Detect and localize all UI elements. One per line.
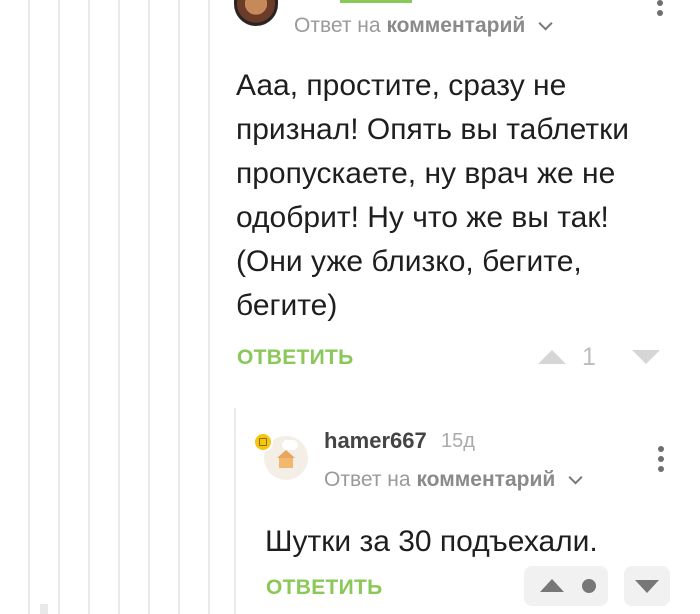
thread-line xyxy=(118,0,120,614)
avatar[interactable] xyxy=(234,0,278,26)
reply-button[interactable]: ОТВЕТИТЬ xyxy=(266,576,383,600)
thread-line xyxy=(148,0,150,614)
downvote-button[interactable] xyxy=(624,566,670,606)
chevron-down-icon xyxy=(568,470,583,485)
upvote-icon[interactable] xyxy=(538,350,566,364)
upvote-button[interactable] xyxy=(524,566,608,606)
author-accent-bar xyxy=(340,0,412,3)
thread-line xyxy=(58,0,60,614)
username[interactable]: hamer667 xyxy=(324,428,427,454)
reply-to-link[interactable]: Ответ на комментарий xyxy=(324,468,583,492)
reply-prefix: Ответ на xyxy=(294,14,381,37)
more-vertical-icon[interactable] xyxy=(657,446,665,476)
reply-target: комментарий xyxy=(416,468,556,491)
chevron-down-icon xyxy=(538,16,553,31)
reply-to-link[interactable]: Ответ на комментарий xyxy=(294,14,553,38)
thread-line xyxy=(28,0,30,614)
thread-line xyxy=(178,0,180,614)
nested-thread-line xyxy=(234,408,236,614)
neutral-rating-icon xyxy=(582,579,596,593)
thread-line xyxy=(88,0,90,614)
timestamp: 15д xyxy=(441,430,475,452)
user-badge-icon xyxy=(255,434,271,450)
comment-body: Ааа, простите, сразу не признал! Опять в… xyxy=(236,69,629,322)
comment-body: Шутки за 30 подъехали. xyxy=(265,525,598,558)
thread-line xyxy=(208,0,210,614)
downvote-icon[interactable] xyxy=(632,350,660,364)
reply-target: комментарий xyxy=(386,14,526,37)
reply-prefix: Ответ на xyxy=(324,468,411,491)
reply-button[interactable]: ОТВЕТИТЬ xyxy=(237,346,354,370)
thread-line xyxy=(40,604,48,614)
downvote-icon xyxy=(635,580,659,593)
upvote-icon xyxy=(540,579,564,592)
rating-count: 1 xyxy=(582,343,596,371)
more-vertical-icon[interactable] xyxy=(656,0,664,20)
